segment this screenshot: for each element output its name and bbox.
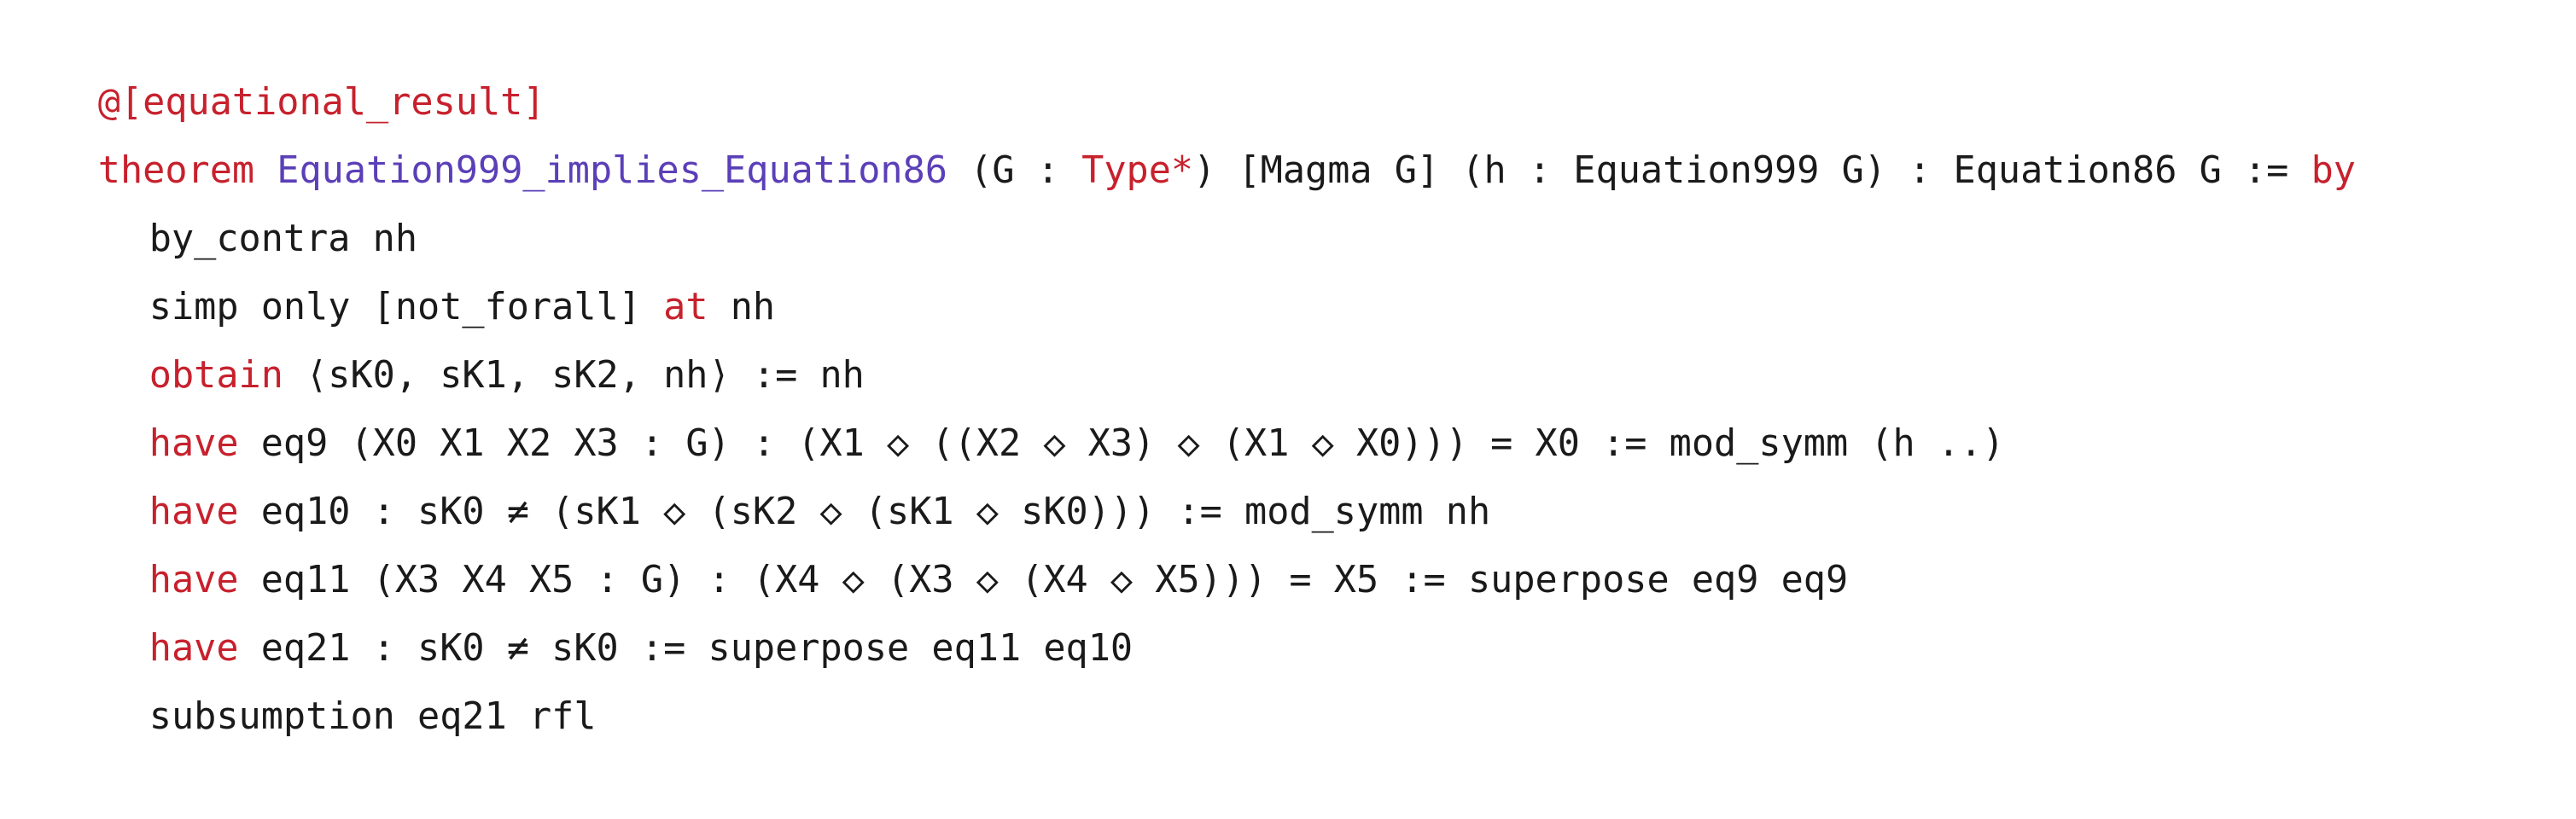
tactic-text: eq10 : sK0 ≠ (sK1 ◇ (sK2 ◇ (sK1 ◇ sK0)))… <box>238 491 1491 533</box>
tactic-text: eq21 : sK0 ≠ sK0 := superpose eq11 eq10 <box>238 627 1134 670</box>
keyword-by: by <box>2311 149 2356 192</box>
code-line-attribute: @[equational_result] <box>9 0 2569 124</box>
tactic-text: eq9 (X0 X1 X2 X3 : G) : (X1 ◇ ((X2 ◇ X3)… <box>238 422 2005 465</box>
theorem-signature-text: ) [Magma G] (h : Equation999 G) : Equati… <box>1193 149 2311 192</box>
tactic-text: by_contra nh <box>149 218 418 260</box>
keyword-at: at <box>663 286 708 328</box>
tactic-text: ⟨sK0, sK1, sK2, nh⟩ := nh <box>283 354 865 397</box>
theorem-name: Equation999_implies_Equation86 <box>277 149 947 192</box>
theorem-binder-text: (G : <box>970 149 1082 192</box>
keyword-have: have <box>149 422 239 465</box>
tactic-text: nh <box>708 286 776 328</box>
keyword-have: have <box>149 491 239 533</box>
keyword-have: have <box>149 559 239 601</box>
code-editor[interactable]: @[equational_result] theorem Equation999… <box>9 0 2569 738</box>
tactic-text: subsumption eq21 rfl <box>149 695 597 738</box>
keyword-have: have <box>149 627 239 670</box>
keyword-type: Type* <box>1081 149 1194 192</box>
tactic-text: eq11 (X3 X4 X5 : G) : (X4 ◇ (X3 ◇ (X4 ◇ … <box>238 559 1849 601</box>
attribute-text: @[equational_result] <box>97 81 545 124</box>
keyword-obtain: obtain <box>149 354 283 397</box>
keyword-theorem: theorem <box>97 149 255 192</box>
tactic-text: simp only [not_forall] <box>149 286 664 328</box>
